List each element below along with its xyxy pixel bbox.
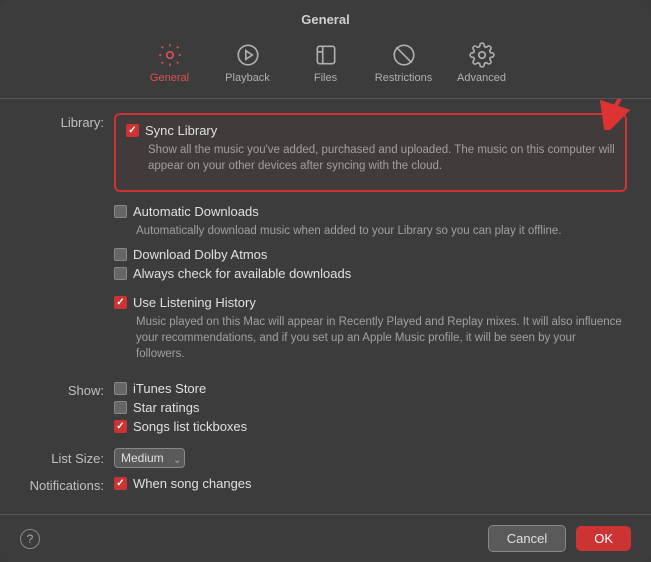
sync-library-row: Sync Library xyxy=(126,123,615,138)
dolby-checkbox[interactable] xyxy=(114,248,127,261)
toolbar: General Playback Files xyxy=(0,33,651,99)
tab-restrictions[interactable]: Restrictions xyxy=(369,37,439,88)
list-size-select-wrapper: Small Medium Large xyxy=(114,448,185,468)
general-icon xyxy=(156,41,184,69)
window: General General Playback xyxy=(0,0,651,562)
always-check-row: Always check for available downloads xyxy=(114,266,627,281)
advanced-icon xyxy=(468,41,496,69)
show-section: Show: iTunes Store Star ratings Songs li… xyxy=(24,381,627,438)
always-check-checkbox[interactable] xyxy=(114,267,127,280)
itunes-checkbox[interactable] xyxy=(114,382,127,395)
notifications-section: Notifications: When song changes xyxy=(24,476,627,495)
itunes-label: iTunes Store xyxy=(133,381,206,396)
history-desc: Music played on this Mac will appear in … xyxy=(136,314,627,362)
tab-files[interactable]: Files xyxy=(291,37,361,88)
sync-library-box: Sync Library Show all the music you've a… xyxy=(114,113,627,192)
help-button[interactable]: ? xyxy=(20,529,40,549)
itunes-row: iTunes Store xyxy=(114,381,627,396)
library-label: Library: xyxy=(24,113,114,130)
list-size-label: List Size: xyxy=(24,449,114,466)
tab-general[interactable]: General xyxy=(135,37,205,88)
song-changes-checkbox[interactable] xyxy=(114,477,127,490)
cancel-button[interactable]: Cancel xyxy=(488,525,566,552)
star-row: Star ratings xyxy=(114,400,627,415)
tab-general-label: General xyxy=(150,72,189,84)
auto-downloads-checkbox[interactable] xyxy=(114,205,127,218)
songs-row: Songs list tickboxes xyxy=(114,419,627,434)
dolby-row: Download Dolby Atmos xyxy=(114,247,627,262)
show-label: Show: xyxy=(24,381,114,398)
settings-content: Library: Sync Library Show all the music… xyxy=(0,99,651,514)
tab-files-label: Files xyxy=(314,72,337,84)
tab-restrictions-label: Restrictions xyxy=(375,72,432,84)
song-changes-row: When song changes xyxy=(114,476,627,491)
songs-checkbox[interactable] xyxy=(114,420,127,433)
sync-library-desc: Show all the music you've added, purchas… xyxy=(148,142,615,174)
sync-library-checkbox[interactable] xyxy=(126,124,139,137)
library-content: Sync Library Show all the music you've a… xyxy=(114,113,627,285)
history-row: Use Listening History xyxy=(114,295,627,310)
dolby-label: Download Dolby Atmos xyxy=(133,247,267,262)
star-checkbox[interactable] xyxy=(114,401,127,414)
window-title: General xyxy=(0,0,651,33)
tab-advanced[interactable]: Advanced xyxy=(447,37,517,88)
history-checkbox[interactable] xyxy=(114,296,127,309)
ok-button[interactable]: OK xyxy=(576,526,631,551)
tab-playback-label: Playback xyxy=(225,72,270,84)
song-changes-label: When song changes xyxy=(133,476,252,491)
sync-library-label: Sync Library xyxy=(145,123,217,138)
tab-advanced-label: Advanced xyxy=(457,72,506,84)
playback-icon xyxy=(234,41,262,69)
list-size-section: List Size: Small Medium Large xyxy=(24,448,627,468)
always-check-label: Always check for available downloads xyxy=(133,266,351,281)
restrictions-icon xyxy=(390,41,418,69)
auto-downloads-label: Automatic Downloads xyxy=(133,204,259,219)
notifications-label: Notifications: xyxy=(24,476,114,493)
tab-playback[interactable]: Playback xyxy=(213,37,283,88)
history-section: Use Listening History Music played on th… xyxy=(24,295,627,370)
auto-downloads-desc: Automatically download music when added … xyxy=(136,223,627,239)
files-icon xyxy=(312,41,340,69)
list-size-select[interactable]: Small Medium Large xyxy=(114,448,185,468)
star-label: Star ratings xyxy=(133,400,199,415)
songs-label: Songs list tickboxes xyxy=(133,419,247,434)
history-label: Use Listening History xyxy=(133,295,256,310)
auto-downloads-row: Automatic Downloads xyxy=(114,204,627,219)
footer: ? Cancel OK xyxy=(0,514,651,562)
library-section: Library: Sync Library Show all the music… xyxy=(24,113,627,285)
